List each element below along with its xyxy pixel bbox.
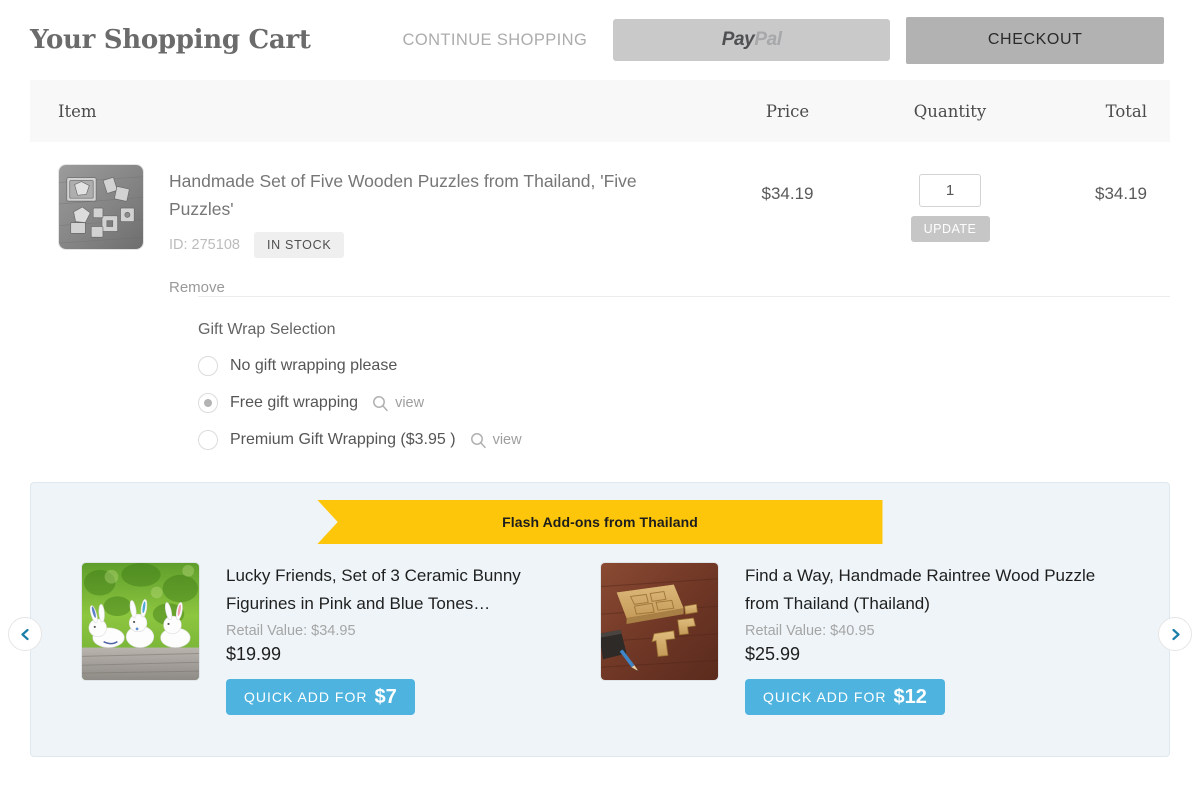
quick-add-button[interactable]: QUICK ADD FOR $12 xyxy=(745,679,945,715)
item-total: $34.19 xyxy=(1095,184,1147,203)
addon-card: Find a Way, Handmade Raintree Wood Puzzl… xyxy=(600,562,1119,715)
addon-title-link[interactable]: Lucky Friends, Set of 3 Ceramic Bunny Fi… xyxy=(226,562,560,618)
addon-body: Find a Way, Handmade Raintree Wood Puzzl… xyxy=(745,562,1119,715)
quick-add-button[interactable]: QUICK ADD FOR $7 xyxy=(226,679,415,715)
flash-addons-panel: Flash Add-ons from Thailand Lucky Friend… xyxy=(30,482,1170,757)
carousel-next-button[interactable] xyxy=(1158,617,1192,651)
gift-wrap-section: Gift Wrap Selection No gift wrapping ple… xyxy=(198,296,1170,468)
view-free-wrap-text: view xyxy=(395,395,425,411)
addon-card: Lucky Friends, Set of 3 Ceramic Bunny Fi… xyxy=(81,562,600,715)
paypal-logo: PayPal xyxy=(722,29,782,51)
addon-retail-value: Retail Value: $34.95 xyxy=(226,623,356,639)
view-free-wrap-link[interactable]: view xyxy=(372,395,424,412)
radio-premium-icon[interactable] xyxy=(198,430,218,450)
cart-table: Item Price Quantity Total Handmade Set o… xyxy=(0,80,1200,468)
item-price: $34.19 xyxy=(761,184,814,203)
addon-body: Lucky Friends, Set of 3 Ceramic Bunny Fi… xyxy=(226,562,560,715)
gift-wrap-label-premium: Premium Gift Wrapping ($3.95 ) xyxy=(230,431,456,448)
addon-title-link[interactable]: Find a Way, Handmade Raintree Wood Puzzl… xyxy=(745,562,1119,618)
quick-add-label: QUICK ADD FOR xyxy=(244,689,368,705)
gift-wrap-label-free: Free gift wrapping xyxy=(230,394,359,411)
addon-thumbnail[interactable] xyxy=(81,562,200,681)
addon-sale-price: $25.99 xyxy=(745,644,801,664)
quantity-cell: UPDATE xyxy=(875,164,1025,242)
column-header-item: Item xyxy=(58,101,97,121)
quick-add-amount: $12 xyxy=(893,685,927,708)
product-id: ID: 275108 xyxy=(169,237,240,253)
page-title: Your Shopping Cart xyxy=(30,25,311,55)
quick-add-label: QUICK ADD FOR xyxy=(763,689,887,705)
view-premium-wrap-link[interactable]: view xyxy=(470,432,522,449)
gift-wrap-title: Gift Wrap Selection xyxy=(198,321,336,338)
gift-wrap-option-premium[interactable]: Premium Gift Wrapping ($3.95 ) view xyxy=(198,430,1170,450)
radio-none-icon[interactable] xyxy=(198,356,218,376)
addon-thumbnail[interactable] xyxy=(600,562,719,681)
column-header-price: Price xyxy=(765,101,810,121)
ceramic-bunny-figurines-image xyxy=(82,563,199,680)
paypal-checkout-button[interactable]: PayPal xyxy=(613,19,891,61)
radio-free-icon[interactable] xyxy=(198,393,218,413)
wooden-puzzle-image xyxy=(59,165,143,249)
product-name-link[interactable]: Handmade Set of Five Wooden Puzzles from… xyxy=(169,167,639,223)
checkout-button[interactable]: CHECKOUT xyxy=(906,16,1165,64)
quantity-input[interactable] xyxy=(919,174,981,207)
flash-addons-ribbon: Flash Add-ons from Thailand xyxy=(317,500,883,544)
view-premium-wrap-text: view xyxy=(492,432,522,448)
carousel-prev-button[interactable] xyxy=(8,617,42,651)
gift-wrap-label-none: No gift wrapping please xyxy=(230,357,398,374)
chevron-left-icon xyxy=(20,628,29,640)
gift-wrap-option-none[interactable]: No gift wrapping please xyxy=(198,356,1170,376)
item-cell: Handmade Set of Five Wooden Puzzles from… xyxy=(30,164,700,296)
magnifier-icon xyxy=(470,432,486,448)
continue-shopping-link[interactable]: CONTINUE SHOPPING xyxy=(403,31,588,50)
magnifier-icon xyxy=(373,395,388,411)
item-meta: ID: 275108 IN STOCK xyxy=(169,232,639,258)
addon-retail-value: Retail Value: $40.95 xyxy=(745,623,875,639)
cart-line-item: Handmade Set of Five Wooden Puzzles from… xyxy=(30,142,1170,296)
gift-wrap-option-free[interactable]: Free gift wrapping view xyxy=(198,393,1170,413)
column-header-quantity: Quantity xyxy=(913,101,987,121)
ribbon-label: Flash Add-ons from Thailand xyxy=(502,514,698,530)
quick-add-amount: $7 xyxy=(374,685,397,708)
paypal-logo-pal: Pal xyxy=(754,29,782,50)
cart-header: Your Shopping Cart CONTINUE SHOPPING Pay… xyxy=(0,0,1200,80)
addon-sale-price: $19.99 xyxy=(226,644,282,664)
update-quantity-button[interactable]: UPDATE xyxy=(910,216,990,242)
remove-item-link[interactable]: Remove xyxy=(169,279,639,296)
column-header-total: Total xyxy=(1105,101,1147,121)
status-badge: IN STOCK xyxy=(253,232,345,258)
raintree-wood-puzzle-image xyxy=(601,563,718,680)
paypal-logo-pay: Pay xyxy=(721,29,755,50)
product-thumbnail[interactable] xyxy=(58,164,144,250)
item-info: Handmade Set of Five Wooden Puzzles from… xyxy=(169,164,639,296)
ribbon-inner: Flash Add-ons from Thailand xyxy=(317,500,883,544)
cart-table-header: Item Price Quantity Total xyxy=(30,80,1170,142)
chevron-right-icon xyxy=(1171,628,1180,640)
